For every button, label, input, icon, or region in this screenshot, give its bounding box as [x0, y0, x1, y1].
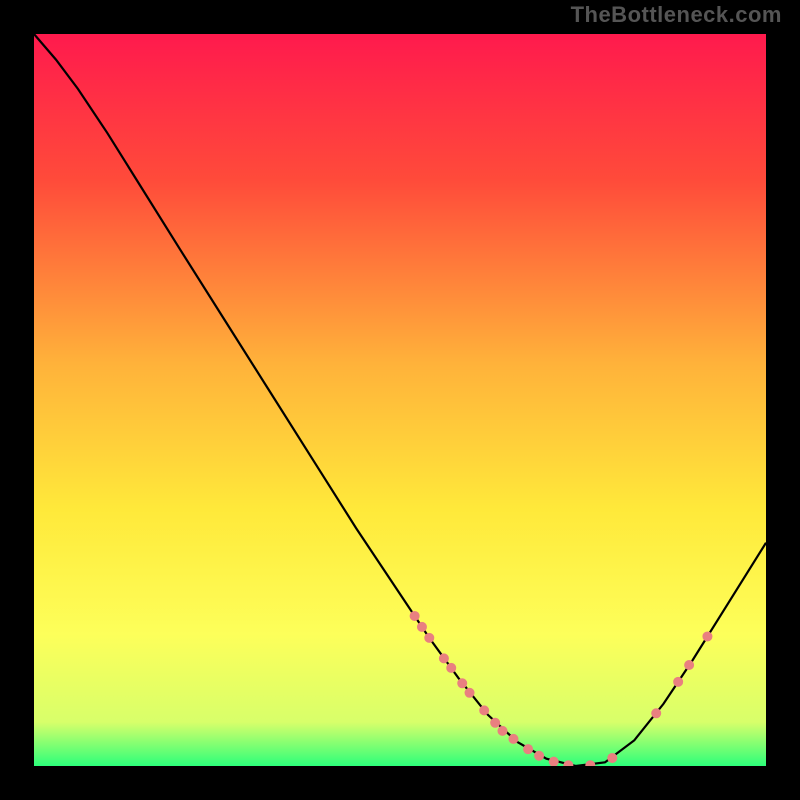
data-point [424, 633, 434, 643]
data-point [457, 678, 467, 688]
data-point [417, 622, 427, 632]
data-point [523, 744, 533, 754]
data-point [446, 663, 456, 673]
data-point [497, 726, 507, 736]
plot-area [34, 34, 766, 766]
watermark-text: TheBottleneck.com [571, 2, 782, 28]
data-point [439, 653, 449, 663]
data-point [465, 688, 475, 698]
data-point [651, 708, 661, 718]
data-point [479, 705, 489, 715]
gradient-background [34, 34, 766, 766]
data-point [607, 753, 617, 763]
data-point [684, 660, 694, 670]
chart-container: TheBottleneck.com [0, 0, 800, 800]
data-point [534, 751, 544, 761]
data-point [702, 631, 712, 641]
data-point [410, 611, 420, 621]
chart-svg [34, 34, 766, 766]
data-point [673, 677, 683, 687]
data-point [490, 718, 500, 728]
data-point [508, 734, 518, 744]
